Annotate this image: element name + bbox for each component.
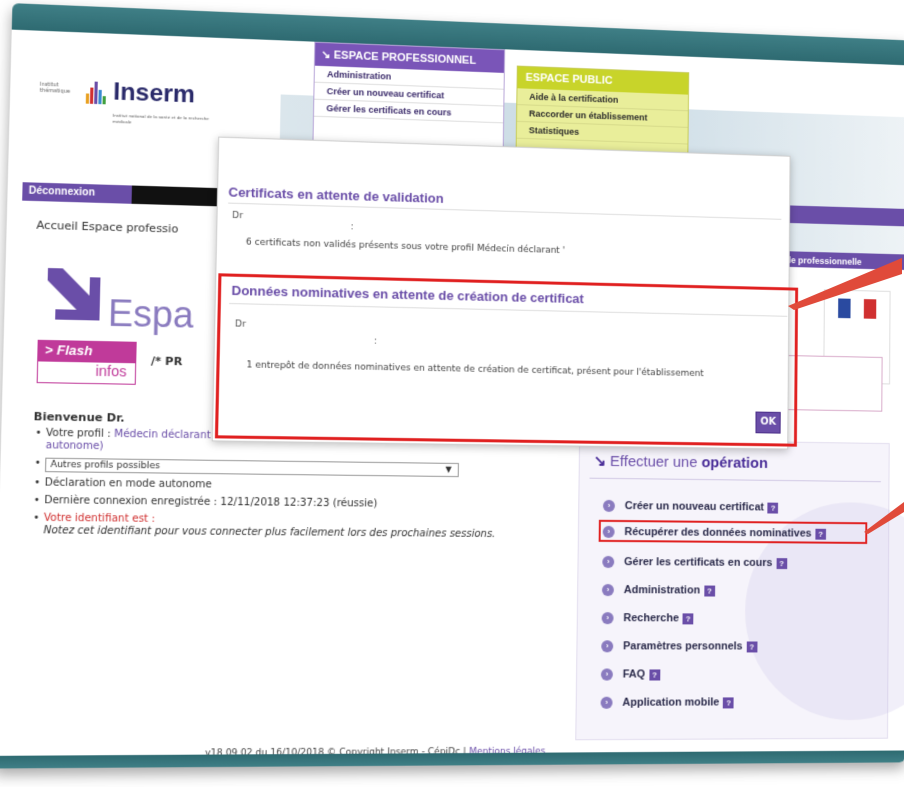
op-label: FAQ — [622, 668, 646, 681]
inserm-logo[interactable]: Institut thématique Inserm Institut nati… — [39, 71, 228, 138]
browser-window: Institut thématique Inserm Institut nati… — [0, 3, 904, 769]
divider — [589, 477, 881, 483]
profils-select[interactable]: Autres profils possibles ▼ — [44, 457, 459, 478]
highlight-box-donnees: Données nominatives en attente de créati… — [214, 273, 799, 447]
modal-colon: : — [350, 222, 354, 233]
operations-title: ↘ Effectuer une opération — [594, 452, 768, 472]
divider — [229, 302, 788, 317]
help-icon[interactable]: ? — [649, 669, 660, 681]
identifiant-label: Votre identifiant est : — [43, 512, 156, 525]
chevron-right-icon: › — [602, 499, 615, 513]
notification-modal: Certificats en attente de validation Dr … — [211, 136, 799, 450]
op-label: Gérer les certificats en cours — [624, 556, 773, 569]
op-application-mobile[interactable]: › Application mobile? — [600, 696, 735, 709]
chevron-right-icon: › — [602, 525, 615, 539]
modal-colon: : — [373, 336, 378, 347]
ok-button[interactable]: OK — [755, 411, 781, 434]
logo-name: Inserm — [112, 78, 196, 109]
chevron-right-icon: › — [601, 612, 614, 625]
flash-label: > Flash — [38, 340, 136, 364]
select-item: Autres profils possibles ▼ — [32, 457, 586, 478]
flash-infos-badge: > Flash infos — [36, 339, 137, 385]
deconnexion-button[interactable]: Déconnexion — [22, 182, 132, 204]
op-gerer-certificats[interactable]: › Gérer les certificats en cours? — [602, 556, 787, 569]
callout-arrow-icon — [864, 502, 904, 534]
profil-label: Votre profil : — [45, 427, 115, 440]
modal-title-donnees: Données nominatives en attente de créati… — [231, 282, 584, 307]
profil-value[interactable]: Médecin déclarant ( — [114, 429, 218, 442]
operations-title-bold: opération — [701, 454, 768, 472]
callout-arrow-icon — [788, 258, 902, 310]
screenshot-frame: Institut thématique Inserm Institut nati… — [0, 0, 904, 787]
breadcrumb[interactable]: Accueil Espace professio — [36, 218, 178, 235]
op-label: Administration — [623, 584, 701, 597]
divider — [228, 202, 782, 220]
arrow-down-right-icon — [46, 268, 101, 321]
logo-small-text: Institut thématique — [39, 81, 71, 95]
op-parametres[interactable]: › Paramètres personnels? — [601, 640, 758, 653]
operations-title-prefix: Effectuer une — [609, 452, 702, 472]
chevron-right-icon: › — [601, 640, 614, 653]
help-icon[interactable]: ? — [682, 612, 694, 625]
help-icon[interactable]: ? — [815, 528, 827, 540]
help-icon[interactable]: ? — [746, 641, 758, 653]
menu-pro-title-label: ESPACE PROFESSIONNEL — [333, 49, 477, 67]
op-creer-certificat[interactable]: › Créer un nouveau certificat? — [602, 499, 779, 514]
help-icon[interactable]: ? — [703, 585, 715, 597]
op-label: Recherche — [623, 612, 679, 625]
help-icon[interactable]: ? — [767, 502, 779, 514]
op-label: Paramètres personnels — [623, 640, 743, 653]
modal-dr-label: Dr — [231, 210, 244, 222]
op-recuperer-donnees[interactable]: › Récupérer des données nominatives? — [602, 525, 827, 540]
modal-text-certificats: 6 certificats non validés présents sous … — [245, 237, 566, 257]
help-icon[interactable]: ? — [776, 557, 787, 569]
profil-value-2[interactable]: autonome) — [46, 440, 104, 452]
op-label: Application mobile — [622, 696, 720, 709]
chevron-right-icon: › — [601, 584, 614, 597]
page-title: Espa — [107, 292, 195, 336]
bottom-bar — [0, 750, 904, 769]
logo-bars-icon — [85, 81, 107, 105]
arrow-icon: ↘ — [593, 452, 607, 470]
op-faq[interactable]: › FAQ? — [600, 668, 660, 681]
identifiant-item: Votre identifiant est : Notez cet identi… — [31, 512, 586, 541]
op-recherche[interactable]: › Recherche? — [601, 612, 694, 625]
modal-text-donnees: 1 entrepôt de données nominatives en att… — [246, 360, 704, 380]
mode-item: Déclaration en mode autonome — [32, 477, 587, 495]
operations-panel: ↘ Effectuer une opération › Créer un nouve… — [575, 438, 904, 741]
help-icon[interactable]: ? — [723, 697, 735, 709]
op-label: Récupérer des données nominatives — [624, 526, 812, 540]
infos-label: infos — [95, 362, 127, 380]
chevron-right-icon: › — [600, 668, 613, 681]
profils-select-value: Autres profils possibles — [50, 459, 161, 472]
logo-subtitle: Institut national de la santé et de la r… — [112, 112, 210, 125]
chevron-right-icon: › — [600, 696, 613, 709]
identifiant-note: Notez cet identifiant pour vous connecte… — [43, 525, 496, 541]
op-label: Créer un nouveau certificat — [624, 500, 764, 514]
flash-text: /* PR — [150, 354, 183, 369]
op-administration[interactable]: › Administration? — [601, 584, 715, 597]
last-connection-item: Dernière connexion enregistrée : 12/11/2… — [31, 495, 586, 513]
chevron-down-icon: ▼ — [445, 464, 452, 474]
chevron-right-icon: › — [602, 556, 615, 569]
modal-dr-label: Dr — [234, 319, 247, 330]
